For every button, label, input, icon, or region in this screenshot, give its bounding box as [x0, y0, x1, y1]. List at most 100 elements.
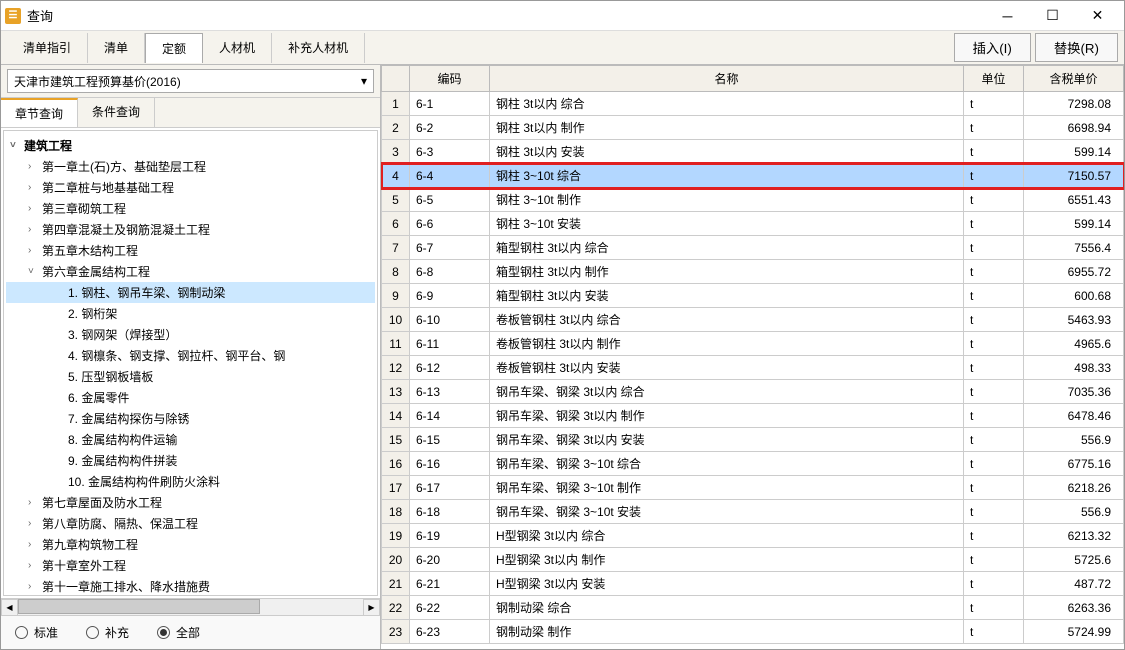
cell-unit[interactable]: t [964, 332, 1024, 356]
tree-node[interactable]: 7. 金属结构探伤与除锈 [6, 408, 375, 429]
toolbar-tab-0[interactable]: 清单指引 [7, 33, 88, 63]
cell-price[interactable]: 599.14 [1024, 140, 1124, 164]
cell-unit[interactable]: t [964, 524, 1024, 548]
cell-price[interactable]: 6955.72 [1024, 260, 1124, 284]
tree-node[interactable]: 2. 钢桁架 [6, 303, 375, 324]
cell-unit[interactable]: t [964, 380, 1024, 404]
cell-code[interactable]: 6-13 [410, 380, 490, 404]
header-unit[interactable]: 单位 [964, 66, 1024, 92]
tree-node[interactable]: ›第一章土(石)方、基础垫层工程 [6, 156, 375, 177]
cell-code[interactable]: 6-12 [410, 356, 490, 380]
cell-unit[interactable]: t [964, 92, 1024, 116]
cell-code[interactable]: 6-16 [410, 452, 490, 476]
cell-name[interactable]: 卷板管钢柱 3t以内 安装 [490, 356, 964, 380]
cell-name[interactable]: 钢柱 3~10t 综合 [490, 164, 964, 188]
table-row[interactable]: 166-16钢吊车梁、钢梁 3~10t 综合t6775.16 [382, 452, 1124, 476]
caret-right-icon[interactable]: › [28, 497, 42, 508]
cell-unit[interactable]: t [964, 116, 1024, 140]
cell-name[interactable]: 钢制动梁 制作 [490, 620, 964, 644]
table-row[interactable]: 76-7箱型钢柱 3t以内 综合t7556.4 [382, 236, 1124, 260]
cell-unit[interactable]: t [964, 596, 1024, 620]
cell-price[interactable]: 6263.36 [1024, 596, 1124, 620]
cell-price[interactable]: 6218.26 [1024, 476, 1124, 500]
caret-right-icon[interactable]: › [28, 182, 42, 193]
cell-name[interactable]: 钢吊车梁、钢梁 3~10t 综合 [490, 452, 964, 476]
cell-code[interactable]: 6-7 [410, 236, 490, 260]
caret-right-icon[interactable]: › [28, 161, 42, 172]
radio-0[interactable]: 标准 [15, 624, 58, 641]
tree-node[interactable]: ›第三章砌筑工程 [6, 198, 375, 219]
cell-name[interactable]: 箱型钢柱 3t以内 综合 [490, 236, 964, 260]
table-row[interactable]: 196-19H型钢梁 3t以内 综合t6213.32 [382, 524, 1124, 548]
tree-node[interactable]: 1. 钢柱、钢吊车梁、钢制动梁 [6, 282, 375, 303]
replace-button[interactable]: 替换(R) [1035, 33, 1118, 62]
cell-code[interactable]: 6-17 [410, 476, 490, 500]
header-code[interactable]: 编码 [410, 66, 490, 92]
cell-price[interactable]: 7035.36 [1024, 380, 1124, 404]
close-button[interactable]: ✕ [1075, 2, 1120, 30]
cell-price[interactable]: 4965.6 [1024, 332, 1124, 356]
table-row[interactable]: 56-5钢柱 3~10t 制作t6551.43 [382, 188, 1124, 212]
scroll-left-icon[interactable]: ◀ [1, 599, 18, 616]
tree-node[interactable]: 3. 钢网架（焊接型） [6, 324, 375, 345]
tree-node[interactable]: 4. 钢檩条、钢支撑、钢拉杆、钢平台、钢 [6, 345, 375, 366]
cell-code[interactable]: 6-20 [410, 548, 490, 572]
caret-right-icon[interactable]: › [28, 560, 42, 571]
cell-unit[interactable]: t [964, 356, 1024, 380]
table-row[interactable]: 156-15钢吊车梁、钢梁 3t以内 安装t556.9 [382, 428, 1124, 452]
cell-unit[interactable]: t [964, 548, 1024, 572]
cell-unit[interactable]: t [964, 308, 1024, 332]
tree-node[interactable]: ˅建筑工程 [6, 135, 375, 156]
table-row[interactable]: 26-2钢柱 3t以内 制作t6698.94 [382, 116, 1124, 140]
scroll-right-icon[interactable]: ▶ [363, 599, 380, 616]
cell-unit[interactable]: t [964, 404, 1024, 428]
cell-price[interactable]: 6775.16 [1024, 452, 1124, 476]
cell-price[interactable]: 498.33 [1024, 356, 1124, 380]
toolbar-tab-2[interactable]: 定额 [145, 33, 203, 63]
table-row[interactable]: 206-20H型钢梁 3t以内 制作t5725.6 [382, 548, 1124, 572]
table-row[interactable]: 46-4钢柱 3~10t 综合t7150.57 [382, 164, 1124, 188]
cell-unit[interactable]: t [964, 212, 1024, 236]
cell-price[interactable]: 6478.46 [1024, 404, 1124, 428]
cell-code[interactable]: 6-9 [410, 284, 490, 308]
tree-node[interactable]: ›第七章屋面及防水工程 [6, 492, 375, 513]
caret-right-icon[interactable]: › [28, 539, 42, 550]
tree-node[interactable]: ›第四章混凝土及钢筋混凝土工程 [6, 219, 375, 240]
cell-unit[interactable]: t [964, 452, 1024, 476]
cell-code[interactable]: 6-19 [410, 524, 490, 548]
cell-price[interactable]: 556.9 [1024, 500, 1124, 524]
cell-name[interactable]: H型钢梁 3t以内 安装 [490, 572, 964, 596]
cell-code[interactable]: 6-1 [410, 92, 490, 116]
table-row[interactable]: 36-3钢柱 3t以内 安装t599.14 [382, 140, 1124, 164]
insert-button[interactable]: 插入(I) [954, 33, 1031, 62]
caret-down-icon[interactable]: ˅ [28, 266, 42, 277]
caret-right-icon[interactable]: › [28, 203, 42, 214]
cell-name[interactable]: 钢柱 3~10t 制作 [490, 188, 964, 212]
cell-code[interactable]: 6-8 [410, 260, 490, 284]
cell-price[interactable]: 5724.99 [1024, 620, 1124, 644]
cell-price[interactable]: 7556.4 [1024, 236, 1124, 260]
cell-code[interactable]: 6-5 [410, 188, 490, 212]
cell-name[interactable]: H型钢梁 3t以内 制作 [490, 548, 964, 572]
cell-price[interactable]: 599.14 [1024, 212, 1124, 236]
table-row[interactable]: 136-13钢吊车梁、钢梁 3t以内 综合t7035.36 [382, 380, 1124, 404]
cell-code[interactable]: 6-23 [410, 620, 490, 644]
caret-right-icon[interactable]: › [28, 224, 42, 235]
cell-price[interactable]: 487.72 [1024, 572, 1124, 596]
tree-node[interactable]: ›第八章防腐、隔热、保温工程 [6, 513, 375, 534]
cell-name[interactable]: 钢吊车梁、钢梁 3~10t 制作 [490, 476, 964, 500]
tree-node[interactable]: ›第九章构筑物工程 [6, 534, 375, 555]
cell-name[interactable]: H型钢梁 3t以内 综合 [490, 524, 964, 548]
cell-name[interactable]: 钢柱 3~10t 安装 [490, 212, 964, 236]
tree-node[interactable]: ›第十一章施工排水、降水措施费 [6, 576, 375, 596]
cell-name[interactable]: 钢柱 3t以内 安装 [490, 140, 964, 164]
cell-name[interactable]: 卷板管钢柱 3t以内 制作 [490, 332, 964, 356]
cell-name[interactable]: 卷板管钢柱 3t以内 综合 [490, 308, 964, 332]
cell-name[interactable]: 钢吊车梁、钢梁 3t以内 制作 [490, 404, 964, 428]
table-row[interactable]: 106-10卷板管钢柱 3t以内 综合t5463.93 [382, 308, 1124, 332]
cell-name[interactable]: 钢柱 3t以内 制作 [490, 116, 964, 140]
cell-price[interactable]: 7298.08 [1024, 92, 1124, 116]
tree-node[interactable]: ›第五章木结构工程 [6, 240, 375, 261]
cell-code[interactable]: 6-3 [410, 140, 490, 164]
cell-price[interactable]: 6698.94 [1024, 116, 1124, 140]
